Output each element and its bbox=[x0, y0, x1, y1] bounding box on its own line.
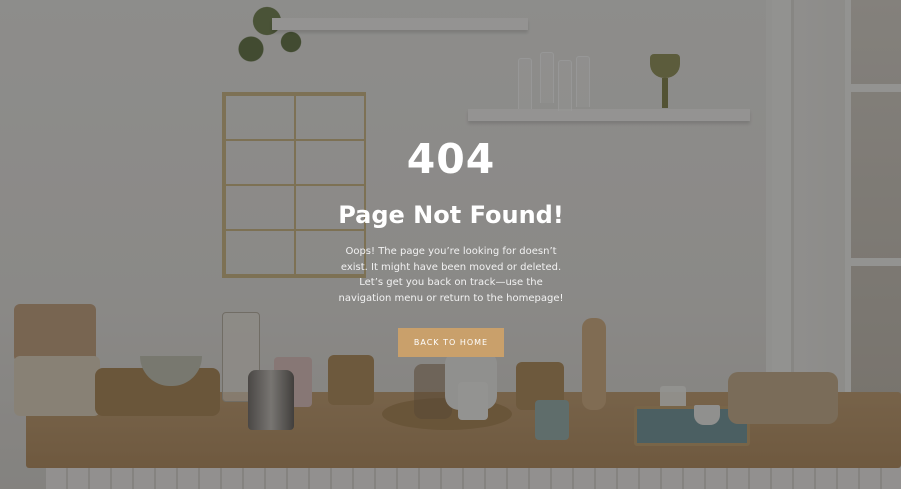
error-code: 404 bbox=[406, 135, 496, 183]
error-content: 404 Page Not Found! Oops! The page you’r… bbox=[320, 134, 582, 357]
error-description: Oops! The page you’re looking for doesn’… bbox=[338, 246, 564, 304]
background-photo: 404 Page Not Found! Oops! The page you’r… bbox=[0, 0, 901, 489]
back-to-home-button[interactable]: BACK TO HOME bbox=[398, 328, 504, 357]
page-title: Page Not Found! bbox=[338, 201, 564, 229]
